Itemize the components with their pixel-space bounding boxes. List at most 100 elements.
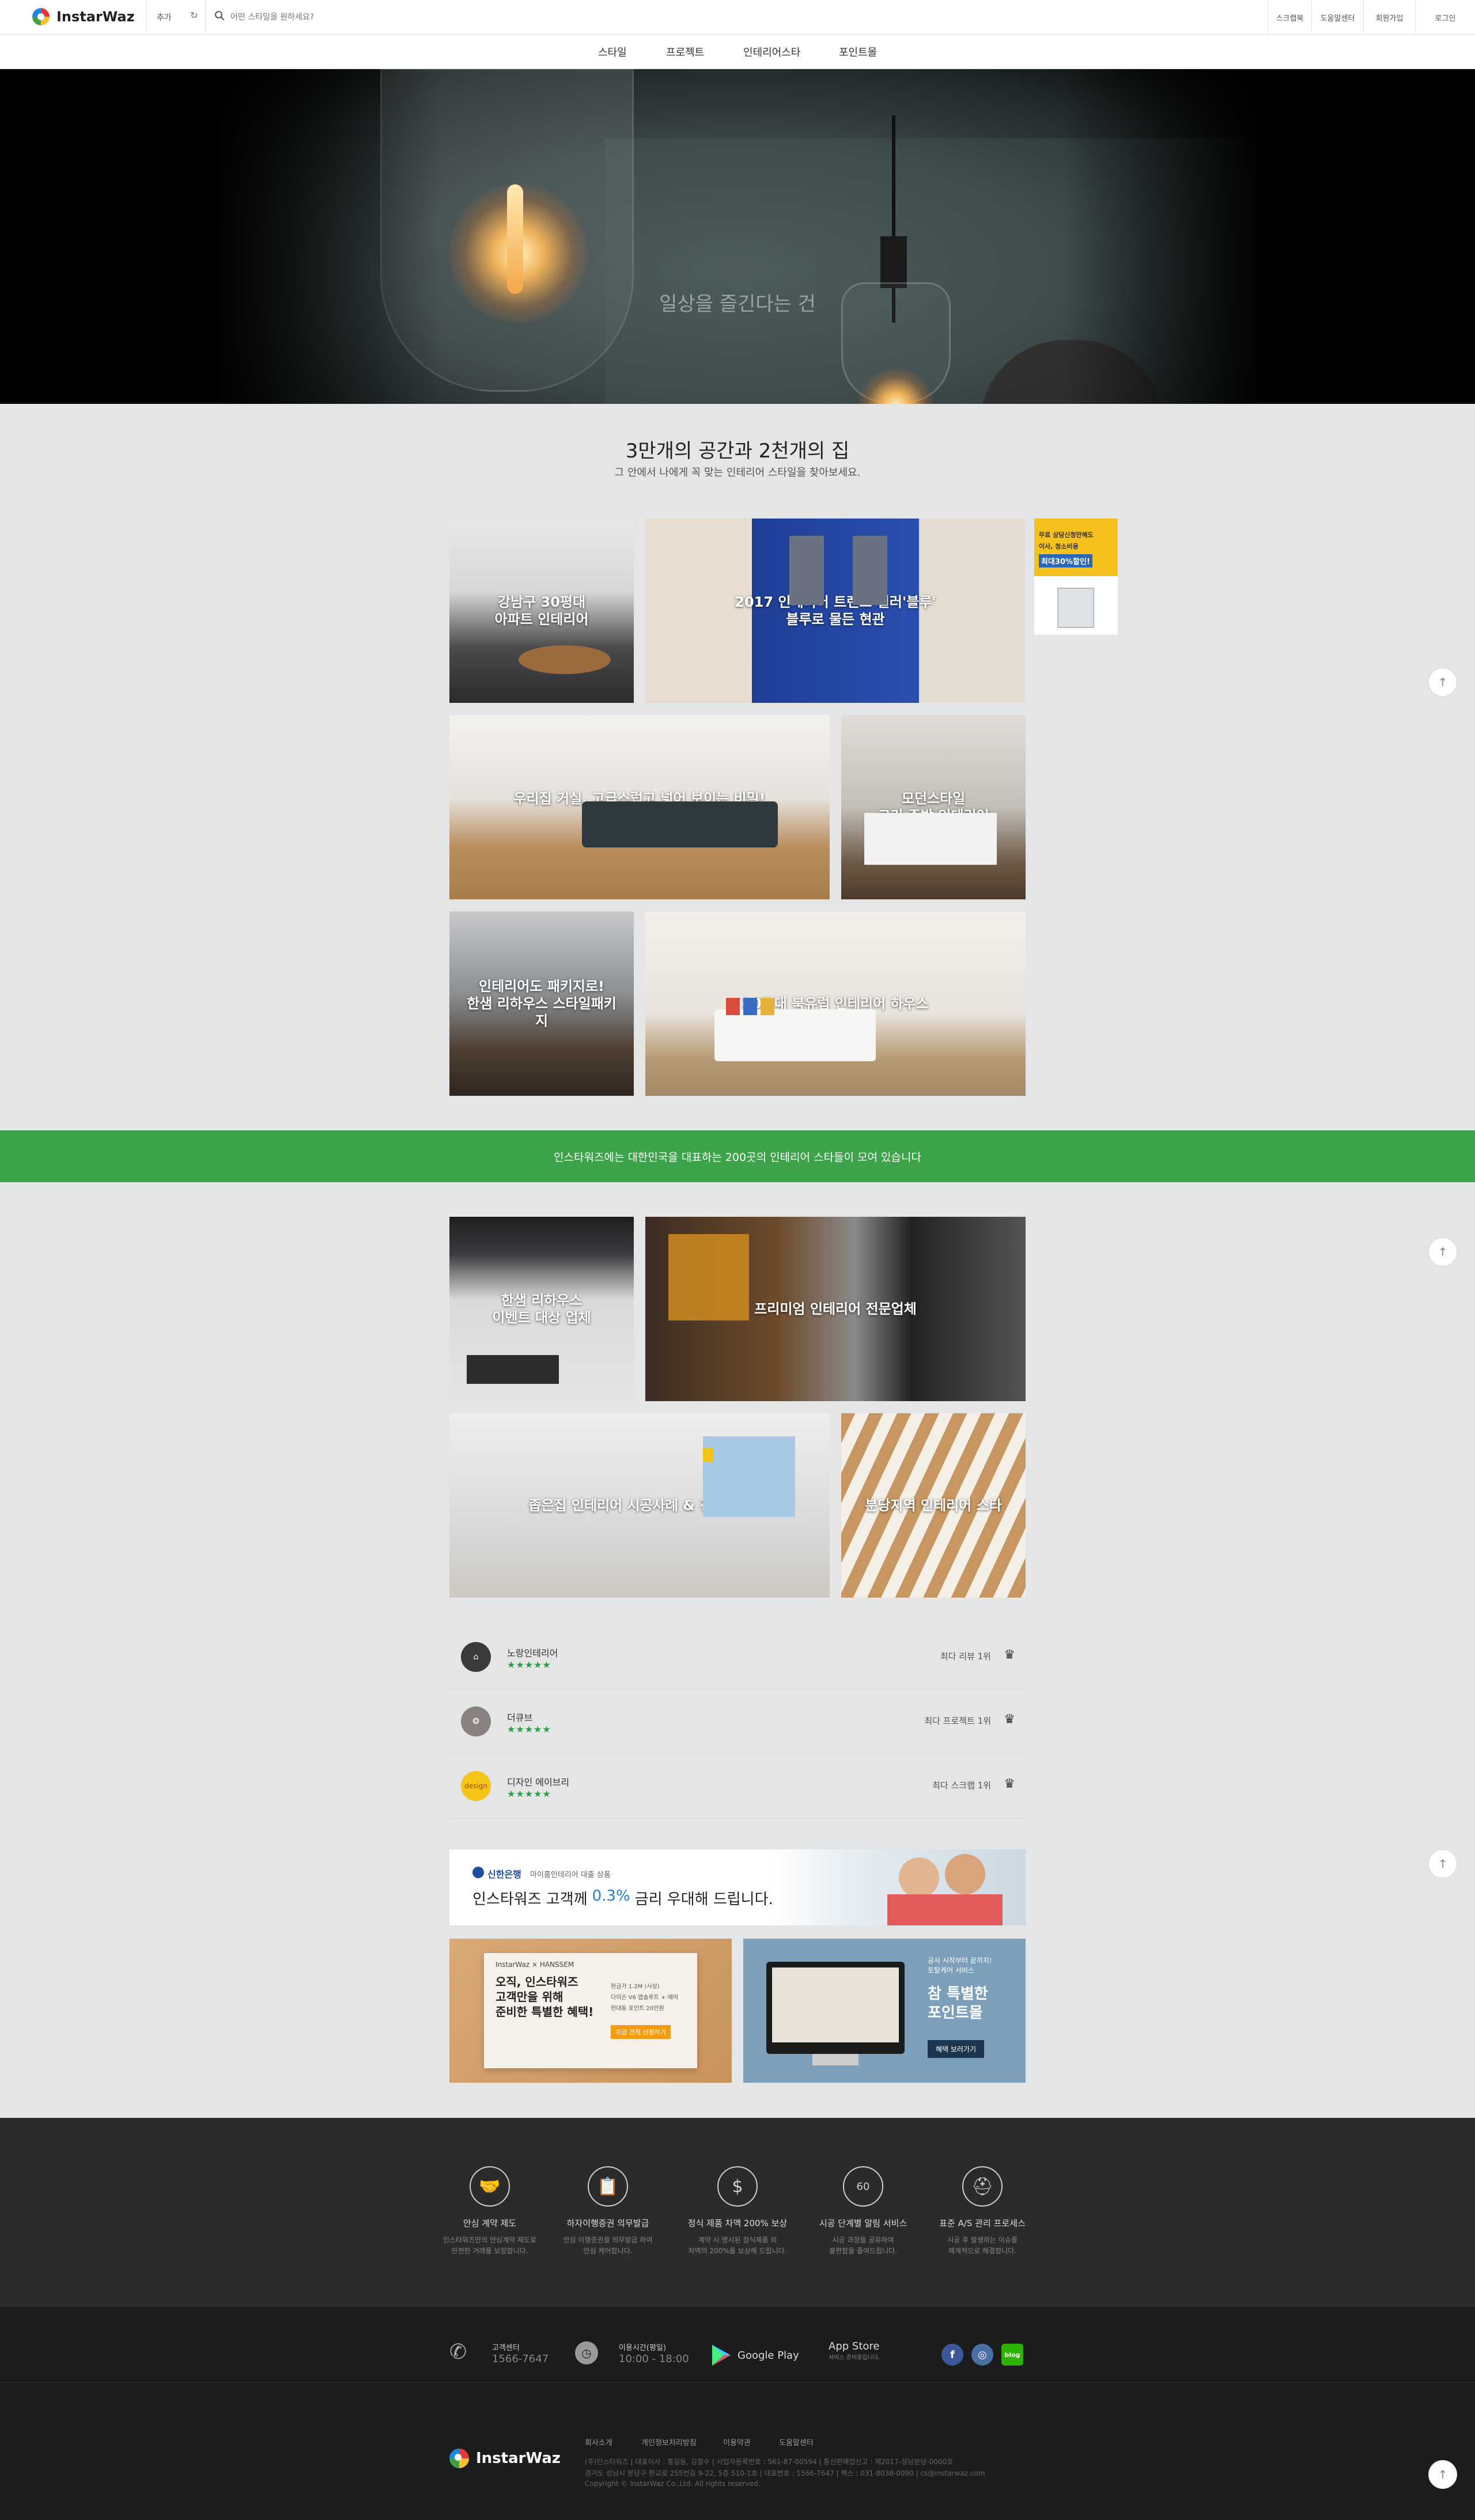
bank-banner[interactable]: 신한은행 마이홈인테리어 대출 상품 인스타워즈 고객께 0.3% 금리 우대해… [449,1849,1026,1925]
bank-desc: 마이홈인테리어 대출 상품 [530,1871,611,1879]
tile-label: 프리미엄 인테리어 전문업체 [754,1301,917,1317]
ranking-row[interactable]: ⌂ 노랑인테리어 ★★★★★ 최다 리뷰 1위 ♛ [449,1625,1026,1689]
phone-number: 1566-7647 [492,2353,549,2365]
crown-icon: ♛ [1004,1777,1015,1791]
main-nav: 스타일 프로젝트 인테리어스타 포인트몰 [0,35,1475,69]
star-tile[interactable]: 프리미엄 인테리어 전문업체 [645,1217,1026,1401]
logo-mark-icon [449,2449,469,2468]
recent-button[interactable]: 추가 [157,12,172,23]
style-tile[interactable]: 강남구 30평대 아파트 인테리어 [449,519,634,703]
logo-text: InstarWaz [56,9,135,25]
refresh-icon[interactable]: ↻ [190,10,198,21]
search-icon [215,11,225,21]
instagram-icon[interactable]: ◎ [971,2344,993,2366]
ranking-name: 더큐브 [507,1712,533,1723]
company-info: (주)인스타워즈 | 대표이사 : 홍길동, 김철수 | 사업자등록번호 : 5… [585,2458,954,2466]
util-link-signup[interactable]: 회원가입 [1363,0,1415,35]
promo-banner-right[interactable]: 공사 시작부터 끝까지! 토탈케어 서비스 참 특별한 포인트몰 혜택 보러가기 [743,1939,1026,2083]
avatar: ⌂ [461,1642,491,1672]
side-ad-line1: 무료 상담신청만해도 [1039,531,1094,539]
star-tile[interactable]: 좁은집 인테리어 시공사례 & 전문업체 [449,1413,830,1598]
section-subtitle: 그 안에서 나에게 꼭 맞는 인테리어 스타일을 찾아보세요. [614,467,861,479]
promo-bullet: 현금가 1.2M (시상) [611,1984,660,1990]
style-tile[interactable]: 20평대 북유럽 인테리어 하우스 [645,911,1026,1096]
copyright: Copyright © InstarWaz Co.,Ltd. All right… [585,2480,761,2488]
nav-item-point-mall[interactable]: 포인트몰 [839,44,877,59]
hours-value: 10:00 - 18:00 [619,2353,689,2365]
search-input[interactable] [230,10,507,24]
nav-item-project[interactable]: 프로젝트 [666,44,704,59]
tile-label: 한샘 리하우스 이벤트 대상 업체 [492,1292,591,1326]
util-link-help[interactable]: 도움말센터 [1311,0,1363,35]
side-ad-banner[interactable]: 무료 상담신청만해도 이사, 청소비용 최대30%할인! [1034,519,1118,635]
divider [146,0,147,35]
crown-icon: ♛ [1004,1648,1015,1662]
side-ad-line3: 최대30%할인! [1039,554,1092,567]
style-tile[interactable]: 모던스타일 고기 주방 인테리어 [841,715,1026,899]
hours-label: 이용시간(평일) [619,2344,666,2352]
nav-item-interior-star[interactable]: 인테리어스타 [743,44,800,59]
hero-fade [0,69,1475,404]
ranking-name: 노랑인테리어 [507,1648,558,1659]
avatar: ❂ [461,1707,491,1736]
style-tile[interactable]: 우리집 거실, 고급스럽고 넓어 보이는 비밀! 헤링본 마루스타일 [449,715,830,899]
side-ad-line2: 이사, 청소비용 [1039,543,1079,550]
promo-banner-left[interactable]: InstarWaz × HANSSEM 오직, 인스타워즈 고객만을 위해 준비… [449,1939,732,2083]
crown-icon: ♛ [1004,1712,1015,1727]
feature-item: ⛑ 표준 A/S 관리 프로세스 시공 후 발생하는 이슈를 체계적으로 해결합… [907,2166,1057,2257]
footer-link-terms[interactable]: 이용약관 [723,2436,751,2447]
footer-logo[interactable]: InstarWaz [449,2449,561,2468]
promo-cta[interactable]: 혜택 보러가기 [928,2040,985,2058]
util-link-login[interactable]: 로그인 [1415,0,1475,35]
promo-brand: InstarWaz × HANSSEM [496,1961,574,1969]
scroll-top-button[interactable]: ↑ [1428,1238,1457,1266]
promo-headline: 참 특별한 포인트몰 [928,1985,988,2022]
divider [205,0,206,35]
tile-label: 분당지역 인테리어 스타 [865,1497,1002,1513]
footer-logo-text: InstarWaz [476,2450,561,2467]
ranking-row[interactable]: design 디자인 에이브리 ★★★★★ 최다 스크랩 1위 ♛ [449,1754,1026,1818]
footer-link-help[interactable]: 도움말센터 [779,2436,814,2447]
scroll-top-button[interactable]: ↑ [1428,2460,1457,2489]
green-banner: 인스타워즈에는 대한민국을 대표하는 200곳의 인테리어 스타들이 모여 있습… [0,1130,1475,1182]
style-tile[interactable]: 인테리어도 패키지로! 한샘 리하우스 스타일패키지 [449,911,634,1096]
facebook-icon[interactable]: f [941,2344,963,2366]
top-bar: InstarWaz 추가 ↻ 스크랩북 도움말센터 회원가입 로그인 [0,0,1475,35]
app-store-label: App Store [829,2340,880,2352]
google-play-button[interactable]: Google Play [711,2344,799,2367]
star-tile[interactable]: 분당지역 인테리어 스타 [841,1413,1026,1598]
tile-label: 2017 인테리어 트렌드 컬러'블루' 블루로 물든 현관 [735,594,936,627]
promo-small: 공사 시작부터 끝까지! 토탈케어 서비스 [928,1957,992,1974]
bank-name: 신한은행 [487,1869,521,1880]
logo[interactable]: InstarWaz [32,8,135,25]
hero-banner: 일상을 즐긴다는 건 [0,69,1475,404]
hero-text: 일상을 즐긴다는 건 [659,293,816,316]
footer-link-about[interactable]: 회사소개 [585,2436,612,2447]
handshake-icon: 🤝 [470,2166,510,2207]
promo-headline: 오직, 인스타워즈 고객만을 위해 준비한 특별한 혜택! [496,1975,594,2019]
star-tile[interactable]: 한샘 리하우스 이벤트 대상 업체 [449,1217,634,1401]
promo-cta[interactable]: 지금 견적 신청하기 [611,2025,671,2039]
stopwatch-icon: 60 [843,2166,883,2207]
feature-item: 📋 하자이행증권 의무발급 안심 이행증권을 의무발급 하여 안심 케어합니다. [533,2166,683,2257]
clock-icon: ◷ [575,2341,598,2364]
util-link-scrapbook[interactable]: 스크랩북 [1268,0,1311,35]
app-store-button[interactable]: App Store 서비스 준비중입니다. [823,2340,880,2361]
ranking-info: 최다 프로젝트 1위 [924,1716,991,1726]
feature-desc: 안심 이행증권을 의무발급 하여 안심 케어합니다. [563,2236,653,2256]
naver-blog-icon[interactable]: blog [1001,2344,1023,2366]
feature-title: 하자이행증권 의무발급 [566,2218,649,2228]
nav-item-style[interactable]: 스타일 [598,44,627,59]
ranking-row[interactable]: ❂ 더큐브 ★★★★★ 최다 프로젝트 1위 ♛ [449,1689,1026,1754]
scroll-top-button[interactable]: ↑ [1428,668,1457,697]
money-hand-icon: $ [717,2166,758,2207]
footer-link-privacy[interactable]: 개인정보처리방침 [641,2436,697,2447]
bank-headline: 인스타워즈 고객께 0.3% 금리 우대해 드립니다. [472,1887,773,1908]
company-address: 경기도 성남시 분당구 판교로 255번길 9-22, 5층 510-1호 | … [585,2469,985,2477]
app-store-sub: 서비스 준비중입니다. [829,2355,880,2361]
footer-bottom [0,2307,1475,2520]
avatar: design [461,1771,491,1801]
style-tile[interactable]: 2017 인테리어 트렌드 컬러'블루' 블루로 물든 현관 [645,519,1026,703]
rating-stars: ★★★★★ [507,1724,551,1735]
scroll-top-button[interactable]: ↑ [1428,1849,1457,1878]
